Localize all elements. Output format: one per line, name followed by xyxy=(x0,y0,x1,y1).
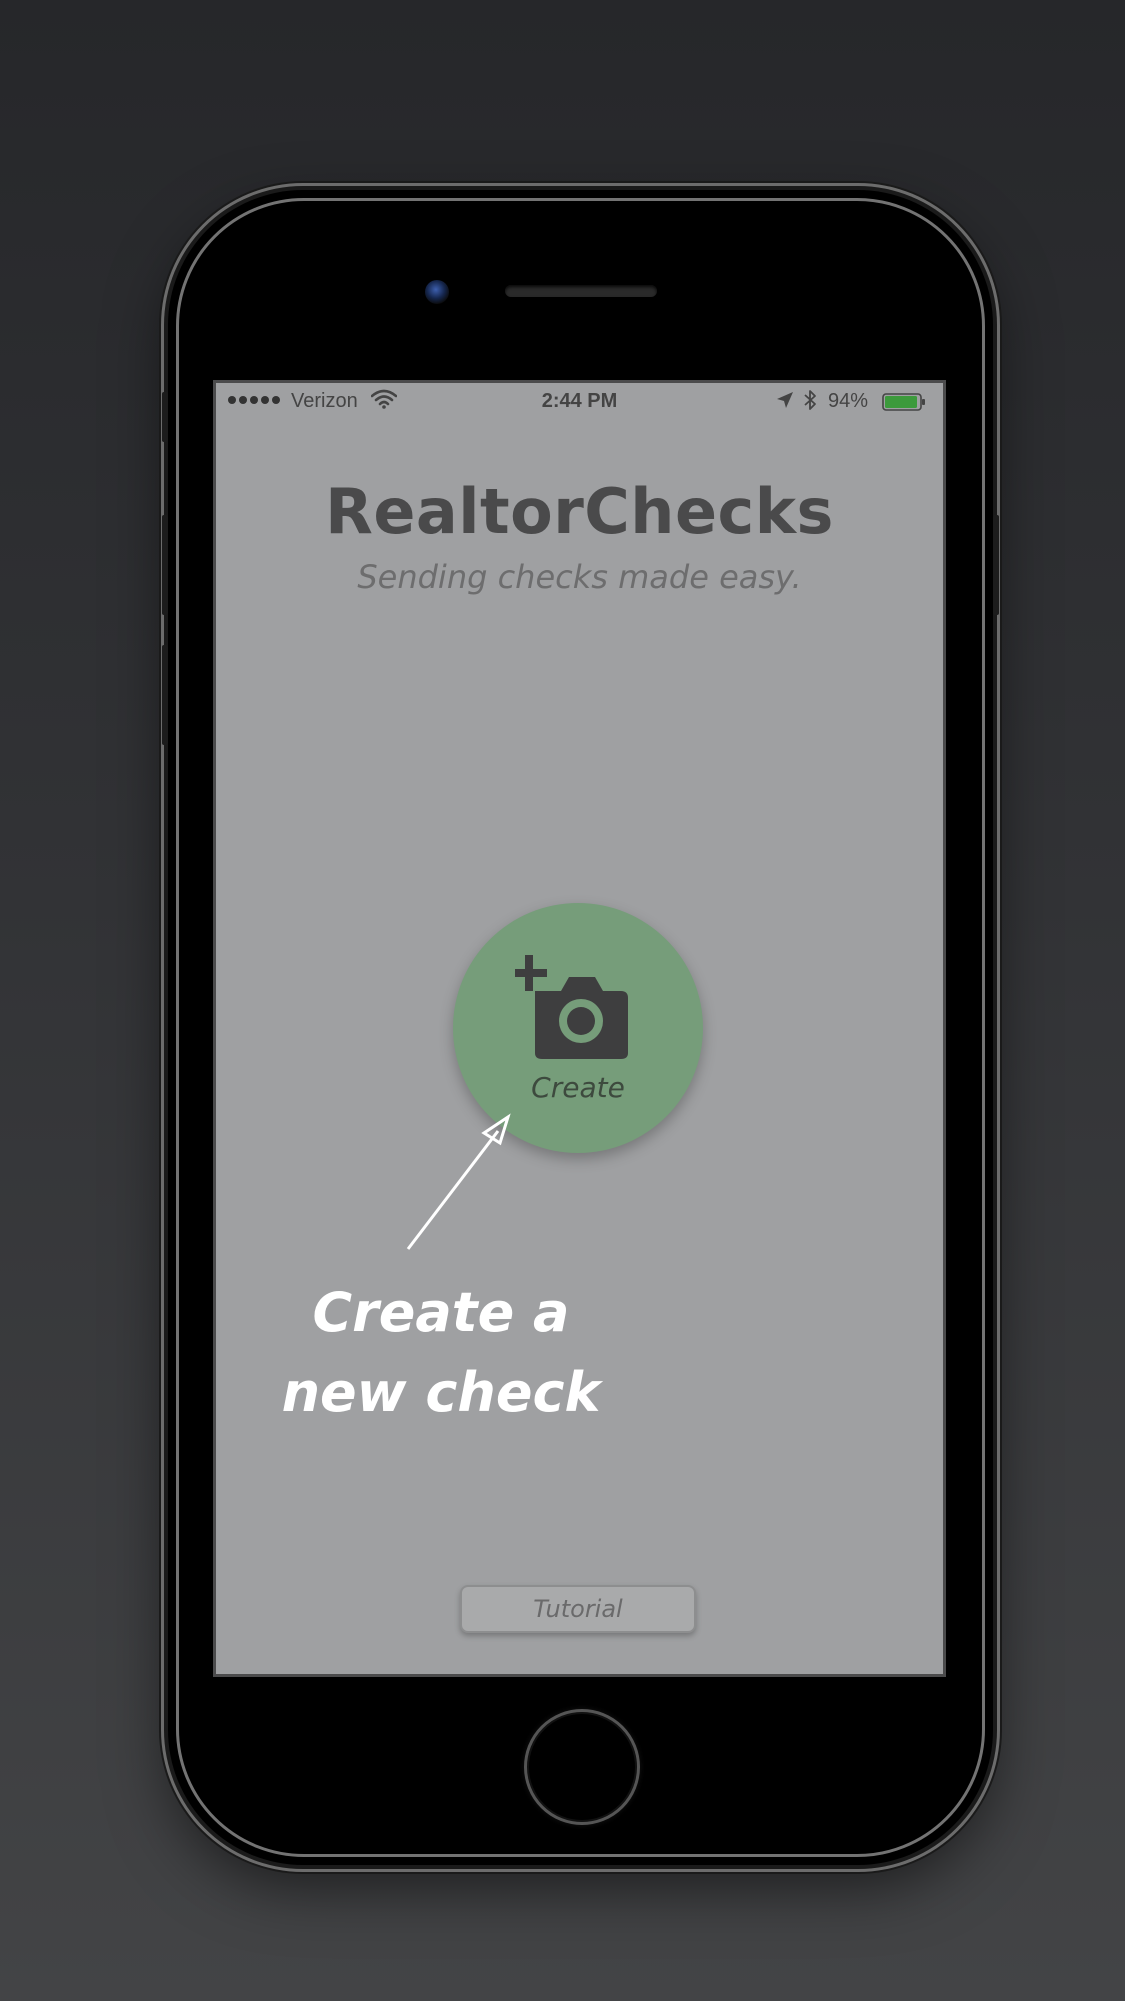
hint-text: Create a new check xyxy=(281,1281,601,1424)
battery-icon xyxy=(882,393,925,411)
phone-screen: Verizon 2:44 PM 94% RealtorChecks Sendin… xyxy=(213,380,946,1677)
front-camera-icon xyxy=(425,280,449,304)
battery-fill xyxy=(885,396,917,408)
power-button xyxy=(993,515,999,615)
earpiece-speaker xyxy=(505,285,657,297)
volume-down-button xyxy=(162,645,168,745)
bluetooth-icon xyxy=(804,390,816,410)
app-title: RealtorChecks xyxy=(325,475,834,548)
volume-up-button xyxy=(162,515,168,615)
home-button[interactable] xyxy=(524,1709,640,1825)
app-subtitle: Sending checks made easy. xyxy=(357,558,802,596)
mute-switch xyxy=(162,392,168,442)
location-arrow-icon xyxy=(777,392,793,408)
create-label: Create xyxy=(531,1071,625,1104)
arrow-icon xyxy=(406,1113,511,1250)
tutorial-button[interactable]: Tutorial xyxy=(460,1585,696,1633)
camera-add-icon xyxy=(515,955,628,1059)
battery-percent: 94% xyxy=(828,390,869,412)
status-bar: Verizon 2:44 PM 94% xyxy=(216,383,943,423)
